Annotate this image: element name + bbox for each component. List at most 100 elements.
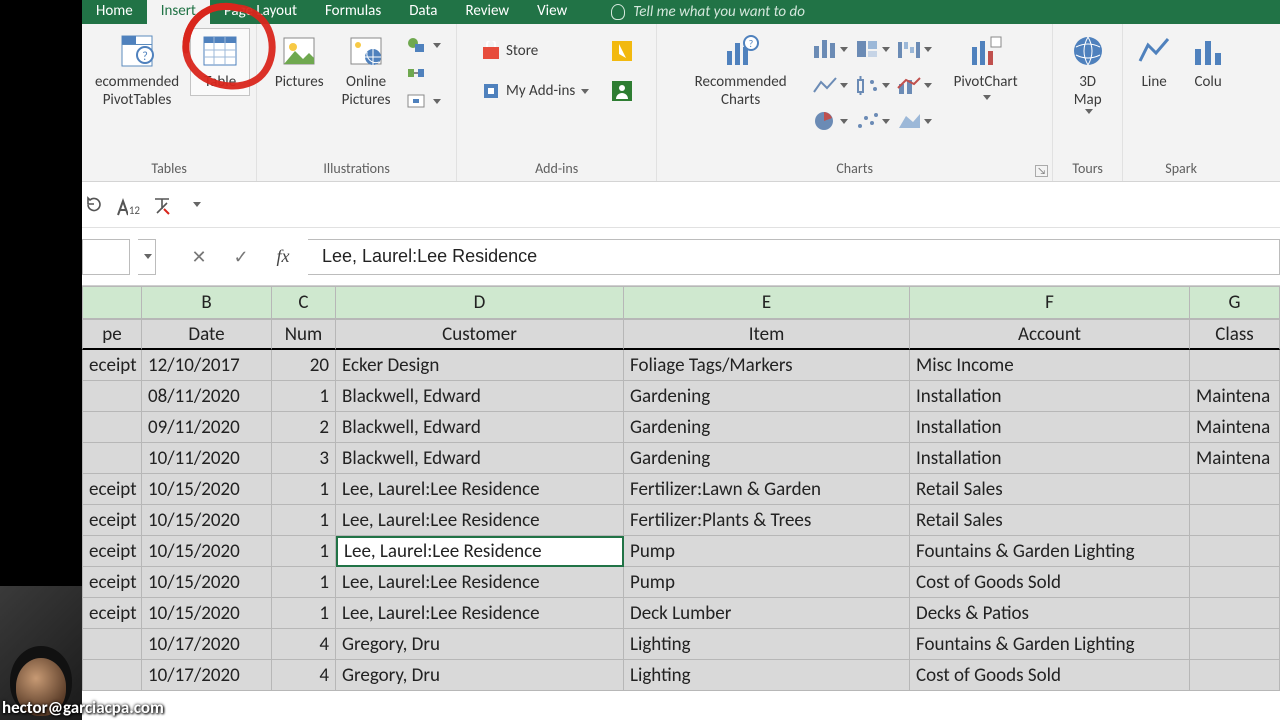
cell[interactable]: Lee, Laurel:Lee Residence (336, 505, 624, 536)
col-header-G[interactable]: G (1190, 286, 1280, 319)
cell[interactable]: 1 (272, 536, 336, 567)
surface-chart-button[interactable] (894, 104, 934, 138)
name-box-dropdown[interactable] (138, 239, 156, 275)
clear-format-button[interactable] (150, 193, 174, 217)
tab-data[interactable]: Data (395, 0, 451, 24)
cell[interactable]: Blackwell, Edward (336, 412, 624, 443)
cell[interactable]: eceipt (82, 474, 142, 505)
cell[interactable] (1190, 536, 1280, 567)
cell[interactable]: Blackwell, Edward (336, 381, 624, 412)
table-header-cell[interactable]: Account (910, 319, 1190, 350)
cell[interactable]: 10/15/2020 (142, 567, 272, 598)
cell[interactable]: 10/15/2020 (142, 598, 272, 629)
shapes-button[interactable] (401, 32, 445, 58)
online-pictures-button[interactable]: Online Pictures (335, 28, 398, 114)
cell[interactable]: Ecker Design (336, 350, 624, 381)
cell[interactable]: Blackwell, Edward (336, 443, 624, 474)
tab-insert[interactable]: Insert (147, 0, 210, 24)
cell[interactable]: 10/15/2020 (142, 536, 272, 567)
cell[interactable]: 10/17/2020 (142, 660, 272, 691)
cell[interactable]: Pump (624, 536, 910, 567)
recommended-pivottables-button[interactable]: ? ecommended PivotTables (88, 28, 186, 114)
tab-review[interactable]: Review (452, 0, 524, 24)
cell[interactable]: Foliage Tags/Markers (624, 350, 910, 381)
insert-function-button[interactable]: fx (266, 239, 300, 275)
cell[interactable]: 4 (272, 629, 336, 660)
line-chart-button[interactable] (810, 68, 850, 102)
pie-chart-button[interactable] (810, 104, 850, 138)
cell[interactable]: 1 (272, 381, 336, 412)
cell[interactable]: 1 (272, 474, 336, 505)
table-header-cell[interactable]: Item (624, 319, 910, 350)
tell-me-search[interactable]: Tell me what you want to do (611, 3, 805, 21)
cell[interactable]: 08/11/2020 (142, 381, 272, 412)
charts-dialog-launcher[interactable]: ↘ (1035, 165, 1048, 177)
cell[interactable] (1190, 350, 1280, 381)
cell[interactable]: Maintena (1190, 412, 1280, 443)
cell[interactable]: eceipt (82, 598, 142, 629)
bing-maps-button[interactable] (607, 38, 637, 64)
cell[interactable]: 09/11/2020 (142, 412, 272, 443)
cell[interactable]: 12/10/2017 (142, 350, 272, 381)
cell[interactable]: Lighting (624, 629, 910, 660)
cell[interactable]: 20 (272, 350, 336, 381)
smartart-button[interactable] (401, 60, 445, 86)
table-header-cell[interactable]: Date (142, 319, 272, 350)
col-header-A[interactable] (82, 286, 142, 319)
table-header-cell[interactable]: Customer (336, 319, 624, 350)
col-header-E[interactable]: E (624, 286, 910, 319)
cell[interactable]: eceipt (82, 505, 142, 536)
worksheet-grid[interactable]: B C D E F G peDateNumCustomerItemAccount… (0, 286, 1280, 720)
cell[interactable]: Lee, Laurel:Lee Residence (336, 536, 624, 567)
cell[interactable]: 10/11/2020 (142, 443, 272, 474)
col-header-B[interactable]: B (142, 286, 272, 319)
cell[interactable]: Cost of Goods Sold (910, 660, 1190, 691)
formula-input[interactable] (308, 239, 1280, 275)
cell[interactable]: 10/15/2020 (142, 505, 272, 536)
sparkline-line-button[interactable]: Line (1129, 28, 1179, 96)
cell[interactable]: eceipt (82, 567, 142, 598)
cell[interactable] (1190, 660, 1280, 691)
redo-button[interactable] (82, 193, 106, 217)
cell[interactable]: Fountains & Garden Lighting (910, 629, 1190, 660)
screenshot-button[interactable] (401, 88, 445, 114)
cell[interactable] (1190, 629, 1280, 660)
col-header-C[interactable]: C (272, 286, 336, 319)
cell[interactable]: 1 (272, 598, 336, 629)
name-box[interactable] (82, 239, 130, 275)
cell[interactable]: Retail Sales (910, 505, 1190, 536)
col-header-D[interactable]: D (336, 286, 624, 319)
cell[interactable]: Lee, Laurel:Lee Residence (336, 567, 624, 598)
pictures-button[interactable]: Pictures (268, 28, 331, 96)
cell[interactable]: Misc Income (910, 350, 1190, 381)
cell[interactable]: 4 (272, 660, 336, 691)
cell[interactable]: Gardening (624, 412, 910, 443)
cell[interactable] (1190, 567, 1280, 598)
cell[interactable]: eceipt (82, 536, 142, 567)
cell[interactable] (1190, 505, 1280, 536)
cell[interactable]: Retail Sales (910, 474, 1190, 505)
tab-view[interactable]: View (523, 0, 581, 24)
cell[interactable]: Cost of Goods Sold (910, 567, 1190, 598)
table-header-cell[interactable]: Class (1190, 319, 1280, 350)
cell[interactable] (82, 381, 142, 412)
cell[interactable]: Maintena (1190, 443, 1280, 474)
pivotchart-button[interactable]: PivotChart (938, 28, 1034, 105)
cell[interactable]: Lee, Laurel:Lee Residence (336, 474, 624, 505)
cell[interactable]: Maintena (1190, 381, 1280, 412)
font-size-button[interactable]: 12 (116, 193, 140, 217)
cell[interactable] (82, 443, 142, 474)
cell[interactable] (82, 629, 142, 660)
3d-map-button[interactable]: 3D Map (1060, 28, 1116, 119)
cell[interactable]: Gardening (624, 443, 910, 474)
cell[interactable]: Decks & Patios (910, 598, 1190, 629)
cell[interactable] (82, 660, 142, 691)
combo-chart-button[interactable] (894, 68, 934, 102)
cell[interactable]: Pump (624, 567, 910, 598)
cell[interactable]: Fertilizer:Lawn & Garden (624, 474, 910, 505)
cell[interactable]: Gardening (624, 381, 910, 412)
cell[interactable]: Lee, Laurel:Lee Residence (336, 598, 624, 629)
cell[interactable]: Fertilizer:Plants & Trees (624, 505, 910, 536)
cell[interactable]: Lighting (624, 660, 910, 691)
recommended-charts-button[interactable]: ? Recommended Charts (676, 28, 806, 114)
